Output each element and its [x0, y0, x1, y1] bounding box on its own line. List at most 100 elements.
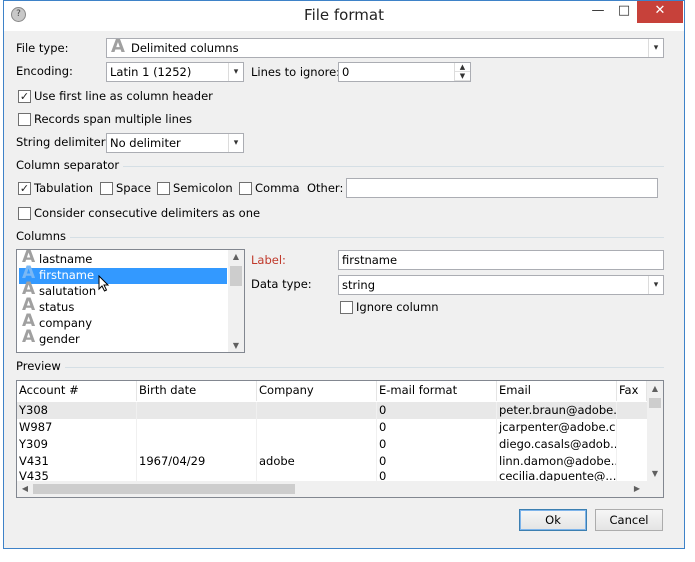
chevron-down-icon[interactable]: ▾: [228, 134, 243, 152]
table-cell: [257, 402, 377, 419]
mouse-cursor-icon: [98, 275, 110, 292]
list-item[interactable]: A salutation: [19, 281, 227, 300]
semicolon-label: Semicolon: [173, 181, 233, 195]
other-delimiter-input[interactable]: [346, 178, 658, 198]
comma-label: Comma: [255, 181, 300, 195]
scroll-down-icon[interactable]: ▼: [228, 341, 244, 350]
ignore-column-label: Ignore column: [356, 300, 439, 314]
file-type-select[interactable]: A Delimited columns ▾: [106, 38, 664, 58]
list-item[interactable]: A status: [19, 297, 227, 316]
encoding-value: Latin 1 (1252): [110, 65, 192, 79]
column-header[interactable]: Account #: [17, 381, 137, 401]
file-type-value: Delimited columns: [131, 41, 239, 55]
column-header[interactable]: Birth date: [137, 381, 257, 401]
semicolon-checkbox[interactable]: [157, 182, 170, 195]
other-label: Other:: [307, 181, 344, 195]
ok-button[interactable]: Ok: [519, 509, 587, 531]
title-bar: ? File format — □ ✕: [4, 1, 684, 31]
column-header[interactable]: Email: [497, 381, 617, 401]
scroll-left-icon[interactable]: ◀: [19, 484, 31, 493]
first-line-header-label: Use first line as column header: [34, 89, 213, 103]
close-icon[interactable]: ✕: [637, 1, 683, 23]
section-divider: [16, 237, 664, 238]
table-cell: linn.damon@adobe....: [499, 453, 617, 470]
space-checkbox[interactable]: [100, 182, 113, 195]
scroll-down-icon[interactable]: ▼: [647, 469, 663, 478]
comma-checkbox[interactable]: [239, 182, 252, 195]
table-cell: peter.braun@adobe....: [499, 402, 617, 419]
table-cell: 0: [377, 419, 497, 436]
table-row[interactable]: W987 0 jcarpenter@adobe.c...: [17, 419, 647, 436]
chevron-down-icon[interactable]: ▾: [648, 39, 663, 57]
preview-grid[interactable]: Account # Birth date Company E-mail form…: [16, 380, 664, 498]
table-row[interactable]: V431 1967/04/29 adobe 0 linn.damon@adobe…: [17, 453, 647, 470]
scroll-right-icon[interactable]: ▶: [631, 484, 643, 493]
column-label-caption: Label:: [251, 253, 286, 267]
scroll-up-icon[interactable]: ▲: [647, 384, 663, 393]
column-header[interactable]: Company: [257, 381, 377, 401]
table-cell: Y309: [17, 436, 137, 453]
lines-to-ignore-spinner[interactable]: 0 ▲ ▼: [338, 62, 471, 82]
table-cell: [257, 436, 377, 453]
table-cell: 0: [377, 453, 497, 470]
lines-to-ignore-value: 0: [342, 65, 350, 79]
table-cell: [137, 402, 257, 419]
lines-to-ignore-label: Lines to ignore:: [251, 65, 341, 79]
span-lines-checkbox[interactable]: [18, 113, 31, 126]
scrollbar-thumb[interactable]: [33, 484, 295, 494]
list-item[interactable]: A company: [19, 313, 227, 332]
string-delimiter-label: String delimiter:: [16, 135, 110, 149]
table-cell: jcarpenter@adobe.c...: [499, 419, 617, 436]
file-format-dialog: ? File format — □ ✕ File type: A Delimit…: [3, 0, 685, 549]
table-cell: [137, 419, 257, 436]
string-delimiter-value: No delimiter: [110, 136, 181, 150]
encoding-select[interactable]: Latin 1 (1252) ▾: [106, 62, 244, 82]
table-cell: [257, 419, 377, 436]
ignore-column-checkbox[interactable]: [340, 301, 353, 314]
list-item[interactable]: A gender: [19, 329, 227, 348]
table-cell: Y308: [17, 402, 137, 419]
columns-list[interactable]: A lastname A firstname A salutation A st…: [16, 249, 245, 353]
table-cell: adobe: [257, 453, 377, 470]
table-cell: W987: [17, 419, 137, 436]
table-row[interactable]: Y308 0 peter.braun@adobe....: [17, 402, 647, 419]
preview-horizontal-scrollbar[interactable]: ◀ ▶: [17, 481, 663, 497]
table-cell: 0: [377, 436, 497, 453]
maximize-icon[interactable]: □: [611, 1, 637, 23]
consecutive-delimiters-checkbox[interactable]: [18, 207, 31, 220]
column-label-input[interactable]: firstname: [338, 250, 664, 270]
list-item-selected[interactable]: A firstname: [19, 265, 227, 284]
scroll-up-icon[interactable]: ▲: [228, 252, 244, 261]
table-cell: V431: [17, 453, 137, 470]
tabulation-label: Tabulation: [34, 181, 94, 195]
window-title: File format: [304, 6, 384, 24]
table-cell: 1967/04/29: [137, 453, 257, 470]
first-line-header-checkbox[interactable]: ✓: [18, 90, 31, 103]
column-separator-section-label: Column separator: [16, 158, 124, 172]
column-header[interactable]: Fax: [617, 381, 647, 401]
table-cell: 0: [377, 402, 497, 419]
data-type-select[interactable]: string ▾: [338, 275, 664, 295]
scrollbar-thumb[interactable]: [649, 398, 661, 408]
preview-vertical-scrollbar[interactable]: ▲ ▼: [647, 381, 663, 481]
data-type-caption: Data type:: [251, 277, 312, 291]
scrollbar-thumb[interactable]: [230, 266, 242, 286]
columns-list-scrollbar[interactable]: ▲ ▼: [228, 250, 244, 352]
string-delimiter-select[interactable]: No delimiter ▾: [106, 133, 244, 153]
tabulation-checkbox[interactable]: ✓: [18, 182, 31, 195]
chevron-down-icon[interactable]: ▾: [228, 63, 243, 81]
list-item[interactable]: A lastname: [19, 250, 227, 268]
columns-section-label: Columns: [16, 229, 71, 243]
minimize-icon[interactable]: —: [585, 1, 611, 23]
cancel-button[interactable]: Cancel: [595, 509, 663, 531]
file-type-label: File type:: [16, 41, 69, 55]
table-row[interactable]: Y309 0 diego.casals@adob...: [17, 436, 647, 453]
span-lines-label: Records span multiple lines: [34, 112, 193, 126]
table-cell: [137, 436, 257, 453]
spin-down-icon[interactable]: ▼: [455, 72, 470, 81]
consecutive-delimiters-label: Consider consecutive delimiters as one: [34, 206, 261, 220]
spin-up-icon[interactable]: ▲: [455, 63, 470, 72]
spinner-buttons[interactable]: ▲ ▼: [454, 63, 470, 81]
chevron-down-icon[interactable]: ▾: [648, 276, 663, 294]
column-header[interactable]: E-mail format: [377, 381, 497, 401]
